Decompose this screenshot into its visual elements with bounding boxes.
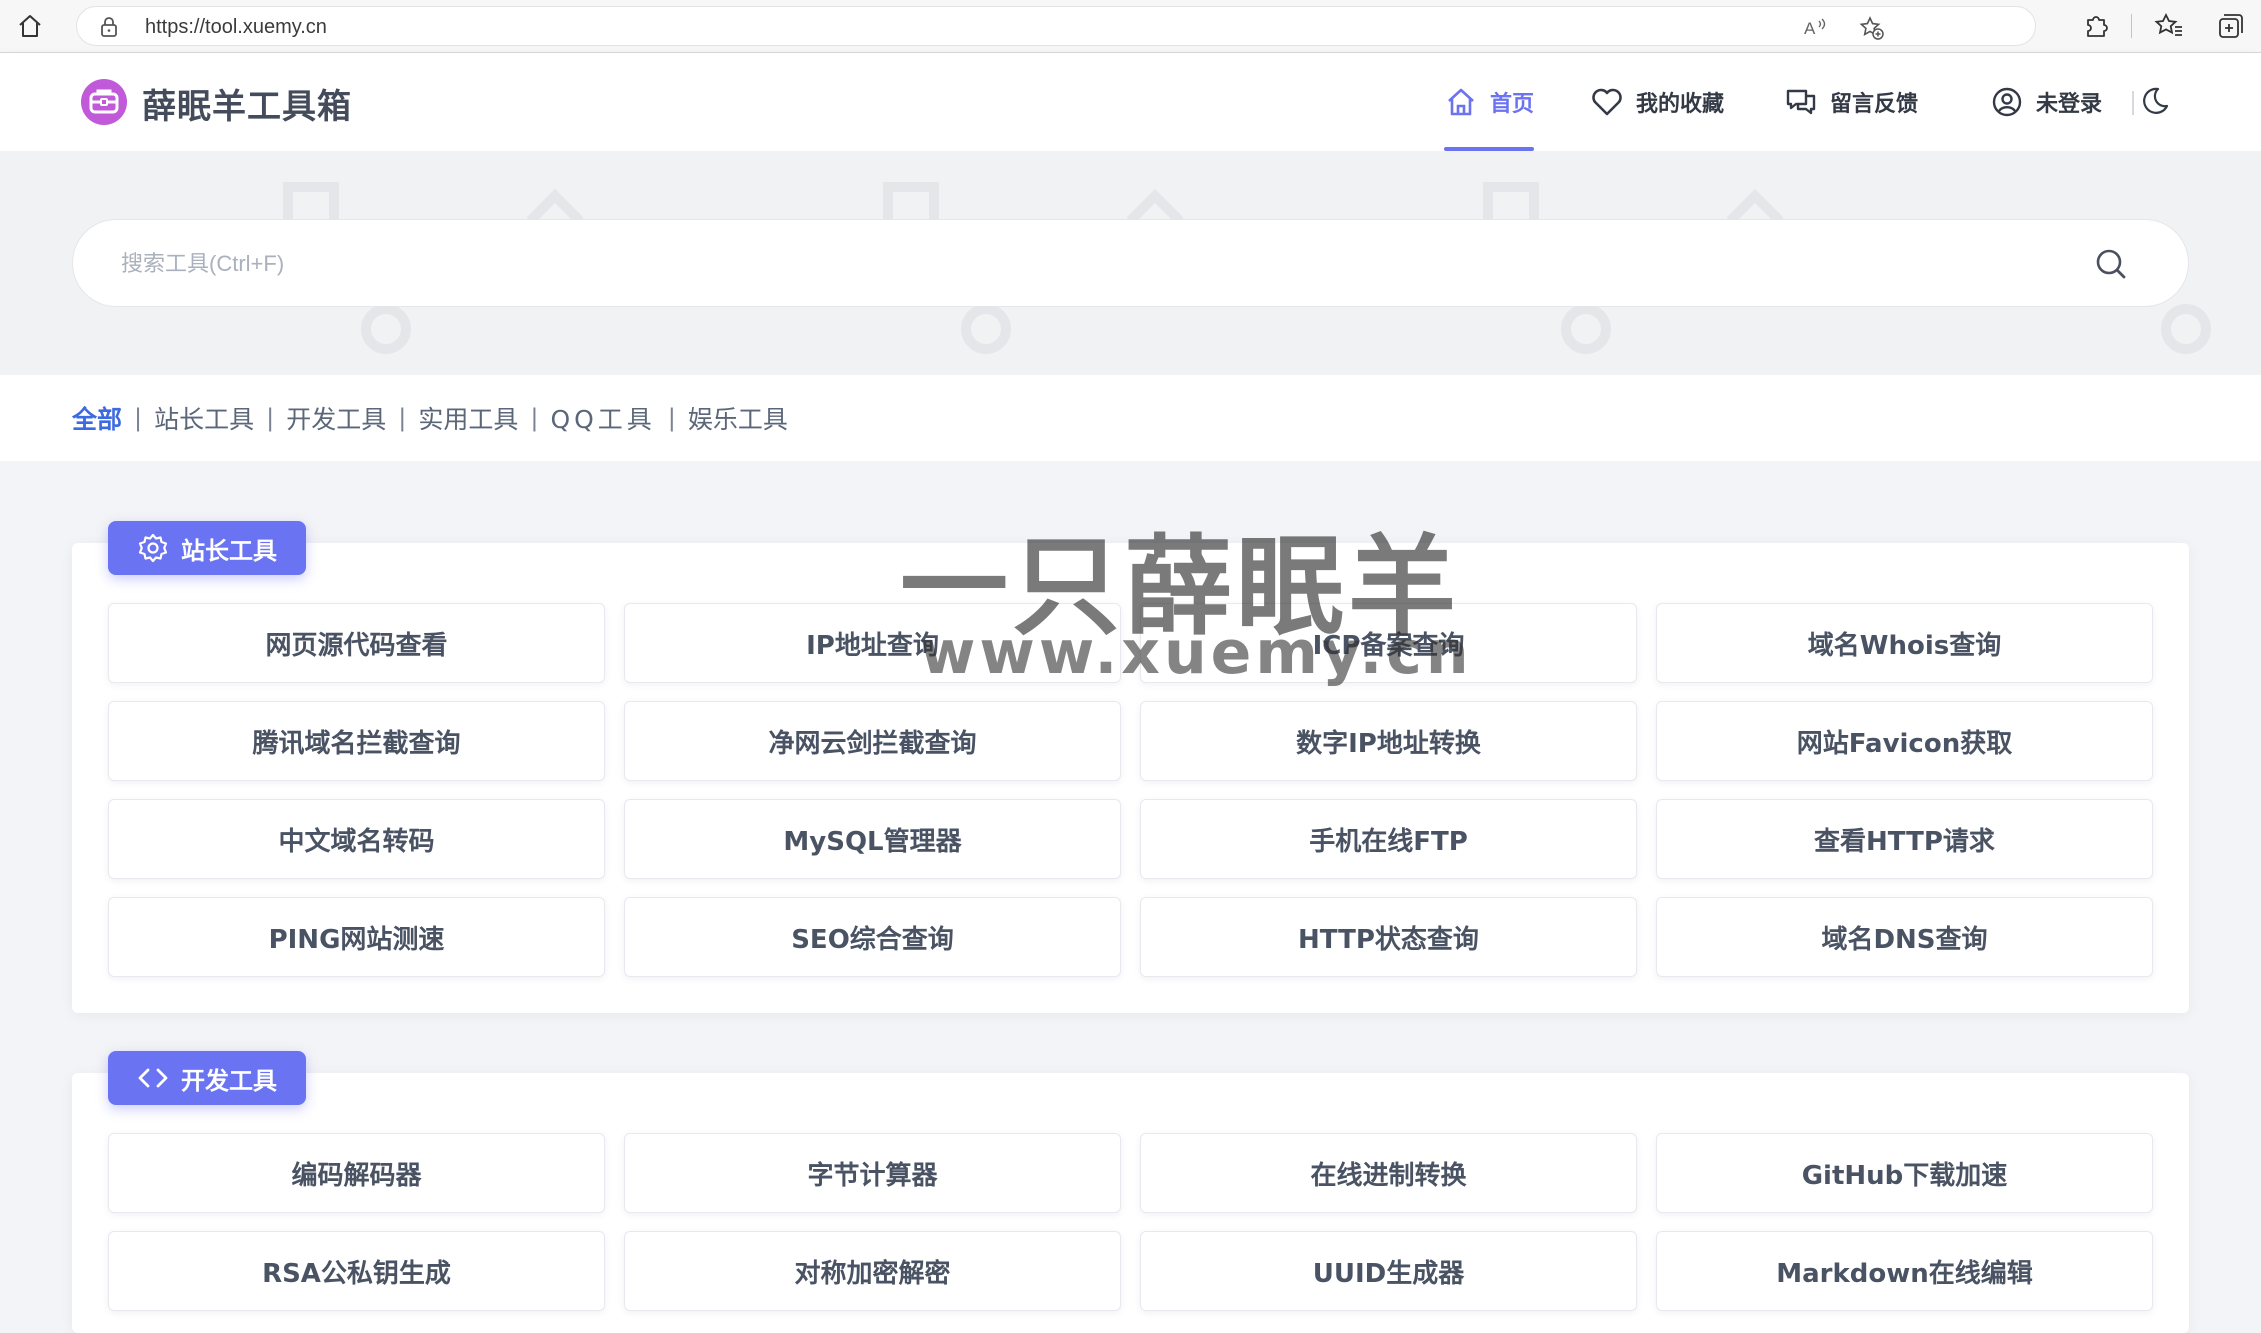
home-icon[interactable] xyxy=(14,10,46,42)
category-separator: | xyxy=(398,404,407,432)
category-separator: | xyxy=(530,404,539,432)
tool-card[interactable]: 中文域名转码 xyxy=(108,799,605,879)
section-title: 站长工具 xyxy=(181,536,277,565)
search-input[interactable] xyxy=(119,240,2023,288)
tool-card[interactable]: Markdown在线编辑 xyxy=(1656,1231,2153,1311)
tool-card[interactable]: 网页源代码查看 xyxy=(108,603,605,683)
tool-card[interactable]: HTTP状态查询 xyxy=(1140,897,1637,977)
nav-home-label: 首页 xyxy=(1490,92,1535,117)
code-icon xyxy=(138,1068,168,1088)
tool-card[interactable]: 编码解码器 xyxy=(108,1133,605,1213)
user-icon xyxy=(1992,87,2022,117)
tool-card[interactable]: 对称加密解密 xyxy=(624,1231,1121,1311)
category-filter: 全部 | 站长工具 | 开发工具 | 实用工具 | QQ工具 | 娱乐工具 xyxy=(0,375,2261,461)
tool-card[interactable]: 域名Whois查询 xyxy=(1656,603,2153,683)
tool-card[interactable]: 数字IP地址转换 xyxy=(1140,701,1637,781)
tool-grid: 网页源代码查看 IP地址查询 ICP备案查询 域名Whois查询 腾讯域名拦截查… xyxy=(108,603,2155,977)
category-fun[interactable]: 娱乐工具 xyxy=(688,400,788,436)
tool-card[interactable]: UUID生成器 xyxy=(1140,1231,1637,1311)
category-utility[interactable]: 实用工具 xyxy=(418,400,518,436)
category-separator: | xyxy=(667,404,676,432)
tool-card[interactable]: SEO综合查询 xyxy=(624,897,1121,977)
collections-icon[interactable] xyxy=(2215,10,2247,42)
search-box[interactable] xyxy=(72,219,2189,307)
section-title-badge: 站长工具 xyxy=(108,521,306,575)
tool-card[interactable]: ICP备案查询 xyxy=(1140,603,1637,683)
home-icon xyxy=(1448,88,1474,116)
nav-favorites[interactable]: 我的收藏 xyxy=(1590,53,1724,151)
nav-divider xyxy=(2132,91,2134,115)
section-title: 开发工具 xyxy=(181,1066,277,1095)
chat-icon xyxy=(1786,89,1816,115)
svg-text:A: A xyxy=(1804,19,1816,38)
section-webmaster-tools: 站长工具 网页源代码查看 IP地址查询 ICP备案查询 域名Whois查询 腾讯… xyxy=(72,521,2189,1013)
add-favorite-icon[interactable] xyxy=(1859,15,1885,41)
tool-card[interactable]: 净网云剑拦截查询 xyxy=(624,701,1121,781)
nav-login[interactable]: 未登录 xyxy=(1990,53,2102,151)
tool-card[interactable]: 手机在线FTP xyxy=(1140,799,1637,879)
nav-feedback[interactable]: 留言反馈 xyxy=(1784,53,1918,151)
tool-card[interactable]: GitHub下载加速 xyxy=(1656,1133,2153,1213)
site-header: 薛眠羊工具箱 首页 我的收藏 留言反馈 未登录 xyxy=(0,53,2261,151)
nav-feedback-label: 留言反馈 xyxy=(1830,92,1919,117)
tool-card[interactable]: 字节计算器 xyxy=(624,1133,1121,1213)
search-icon[interactable] xyxy=(2094,247,2128,281)
section-title-badge: 开发工具 xyxy=(108,1051,306,1105)
moon-icon[interactable] xyxy=(2138,83,2172,117)
category-qq[interactable]: QQ工具 xyxy=(550,400,655,436)
extensions-icon[interactable] xyxy=(2080,10,2112,42)
tool-card[interactable]: IP地址查询 xyxy=(624,603,1121,683)
nav-favorites-label: 我的收藏 xyxy=(1636,92,1725,117)
tool-card[interactable]: 网站Favicon获取 xyxy=(1656,701,2153,781)
lock-icon[interactable] xyxy=(97,15,121,39)
tool-card[interactable]: 在线进制转换 xyxy=(1140,1133,1637,1213)
category-all[interactable]: 全部 xyxy=(72,400,122,436)
nav-login-label: 未登录 xyxy=(2036,92,2103,117)
tool-card[interactable]: 域名DNS查询 xyxy=(1656,897,2153,977)
gear-icon xyxy=(138,533,168,563)
tool-card[interactable]: MySQL管理器 xyxy=(624,799,1121,879)
section-dev-tools: 开发工具 编码解码器 字节计算器 在线进制转换 GitHub下载加速 RSA公私… xyxy=(72,1051,2189,1333)
favorites-icon[interactable] xyxy=(2153,10,2185,42)
url-text[interactable]: https://tool.xuemy.cn xyxy=(145,16,327,39)
tool-card[interactable]: 查看HTTP请求 xyxy=(1656,799,2153,879)
category-separator: | xyxy=(134,404,143,432)
nav-home[interactable]: 首页 xyxy=(1444,53,1535,151)
browser-toolbar: https://tool.xuemy.cn A xyxy=(0,0,2261,53)
tool-card[interactable]: 腾讯域名拦截查询 xyxy=(108,701,605,781)
search-banner xyxy=(0,151,2261,375)
site-title[interactable]: 薛眠羊工具箱 xyxy=(142,79,352,128)
read-aloud-icon[interactable]: A xyxy=(1803,15,1829,39)
category-dev[interactable]: 开发工具 xyxy=(286,400,386,436)
tool-card[interactable]: PING网站测速 xyxy=(108,897,605,977)
address-bar[interactable]: https://tool.xuemy.cn A xyxy=(76,6,2036,46)
heart-icon xyxy=(1592,88,1622,116)
tool-grid: 编码解码器 字节计算器 在线进制转换 GitHub下载加速 RSA公私钥生成 对… xyxy=(108,1133,2155,1311)
toolbar-divider xyxy=(2131,14,2132,38)
category-webmaster[interactable]: 站长工具 xyxy=(154,400,254,436)
category-separator: | xyxy=(266,404,275,432)
toolbox-logo-icon[interactable] xyxy=(80,78,128,126)
tool-card[interactable]: RSA公私钥生成 xyxy=(108,1231,605,1311)
